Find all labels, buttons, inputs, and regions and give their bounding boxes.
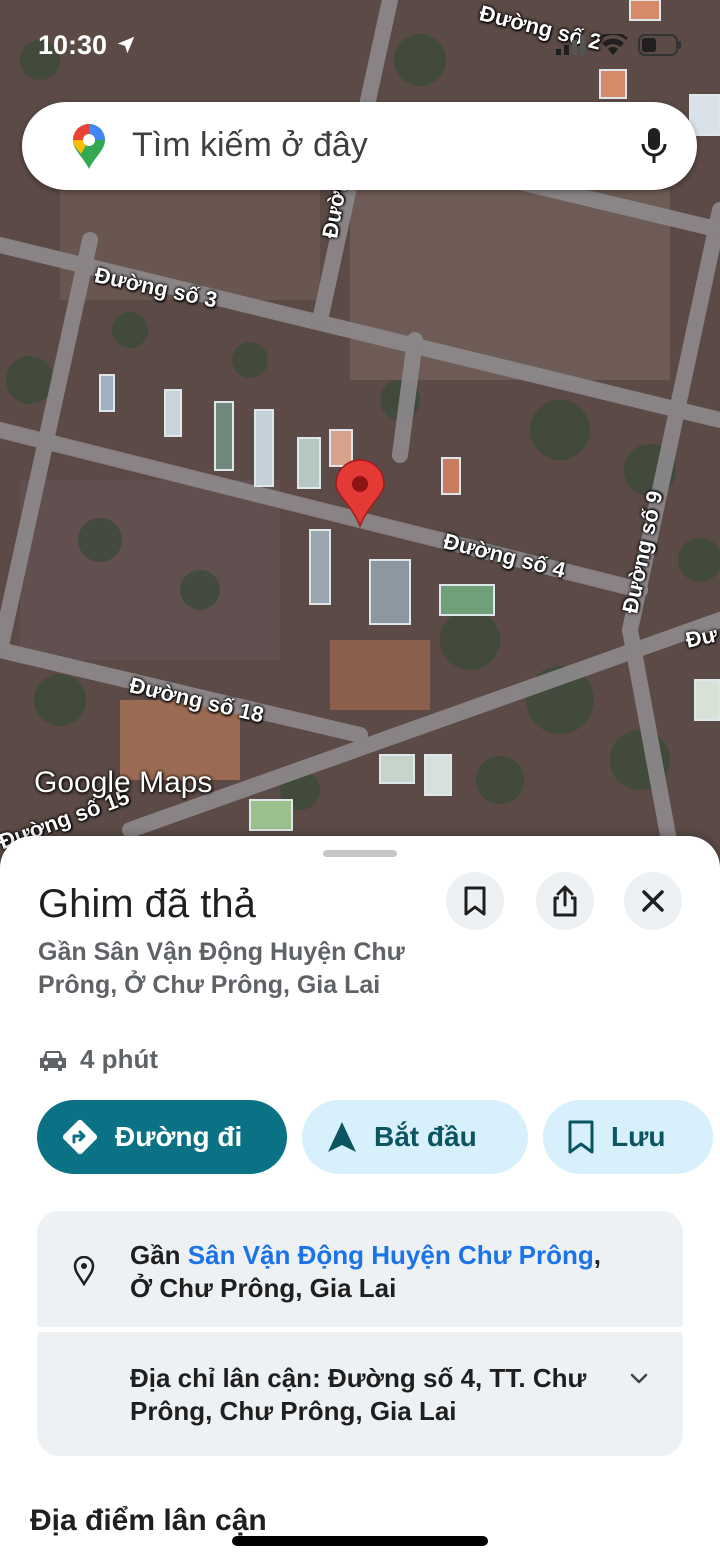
search-input[interactable]: Tìm kiếm ở đây (132, 126, 368, 165)
drag-handle[interactable] (323, 850, 397, 857)
location-arrow-icon (117, 36, 134, 54)
directions-label: Đường đi (115, 1121, 243, 1152)
place-address: Gần Sân Vận Động Huyện Chư Prông, Ở Chư … (38, 938, 405, 999)
near-prefix: Gần (130, 1240, 188, 1270)
start-button[interactable]: Bắt đầu (302, 1100, 528, 1174)
microphone-icon[interactable] (641, 126, 667, 166)
near-line2: Ở Chư Prông, Gia Lai (130, 1273, 397, 1303)
google-maps-pin-icon (73, 124, 105, 169)
bookmark-button[interactable] (446, 872, 504, 930)
place-title: Ghim đã thả (38, 882, 256, 926)
bookmark-icon (464, 886, 486, 916)
drive-time-row: 4 phút (38, 1044, 158, 1075)
bookmark-outline-icon (568, 1120, 594, 1154)
battery-icon (638, 34, 681, 56)
save-button[interactable]: Lưu (543, 1100, 713, 1174)
close-icon (642, 890, 664, 912)
close-button[interactable] (624, 872, 682, 930)
nearby-address-text: Địa chỉ lân cận: Đường số 4, TT. Chư Prô… (130, 1363, 587, 1426)
directions-button[interactable]: Đường đi (37, 1100, 287, 1174)
share-icon (553, 885, 577, 917)
directions-icon (62, 1119, 98, 1155)
near-suffix: , (593, 1240, 601, 1270)
status-time: 10:30 (38, 30, 137, 61)
landmark-link[interactable]: Sân Vận Động Huyện Chư Prông (188, 1240, 594, 1270)
drive-time: 4 phút (80, 1044, 158, 1074)
nearby-landmark-text: Gần Sân Vận Động Huyện Chư Prông, Ở Chư … (130, 1239, 650, 1305)
nearby-places-heading: Địa điểm lân cận (30, 1504, 267, 1537)
status-icons (556, 34, 682, 56)
cellular-signal-icon (556, 35, 585, 55)
google-maps-logo: Google Maps (34, 766, 213, 799)
start-label: Bắt đầu (374, 1121, 477, 1152)
nearby-landmark-card[interactable]: Gần Sân Vận Động Huyện Chư Prông, Ở Chư … (37, 1211, 683, 1327)
location-pin-icon (73, 1256, 95, 1286)
search-bar[interactable]: Tìm kiếm ở đây (22, 102, 697, 190)
car-icon (40, 1050, 66, 1071)
home-indicator[interactable] (232, 1536, 488, 1546)
navigation-arrow-icon (328, 1122, 356, 1152)
nearby-address-card[interactable]: Địa chỉ lân cận: Đường số 4, TT. Chư Prô… (37, 1332, 683, 1456)
status-bar: 10:30 (0, 0, 720, 90)
status-time-text: 10:30 (38, 30, 108, 60)
place-bottom-sheet[interactable]: Ghim đã thả Gần Sân Vận Động Huyện Chư P… (0, 836, 720, 1559)
share-button[interactable] (536, 872, 594, 930)
chevron-down-icon[interactable] (629, 1372, 649, 1386)
wifi-icon (598, 34, 628, 55)
save-label: Lưu (611, 1121, 666, 1152)
